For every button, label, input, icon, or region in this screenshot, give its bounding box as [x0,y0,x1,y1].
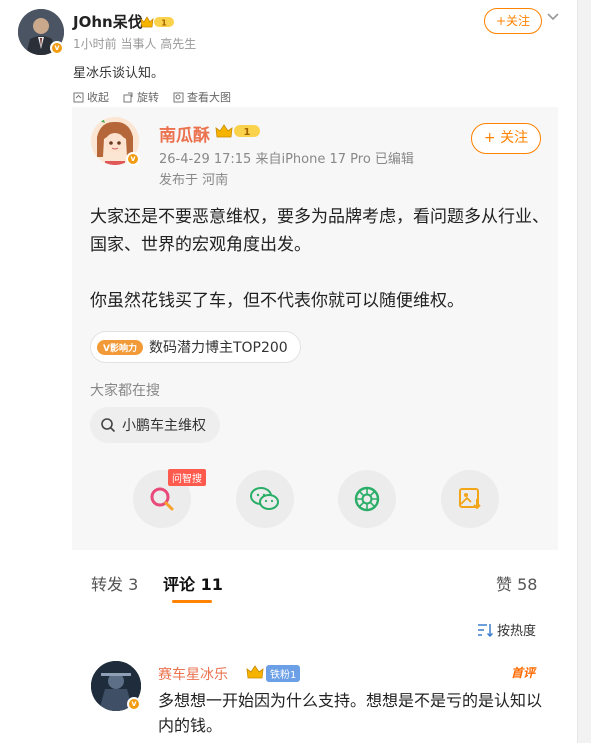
scroll-gutter [577,0,591,743]
outer-level-text: 1 [161,19,167,28]
influence-tag[interactable]: V影响力 数码潜力博主TOP200 [90,331,301,363]
embedded-body-paragraph-2: 你虽然花钱买了车，但不代表你就可以随便维权。 [90,291,464,311]
collapse-icon [73,92,84,102]
influence-logo: V影响力 [97,339,143,355]
collapse-button[interactable]: 收起 [73,89,109,105]
moments-icon [354,486,380,512]
embedded-follow-button[interactable]: + 关注 [471,123,541,154]
outer-post-text: 星冰乐谈认知。 [73,66,165,81]
rotate-button[interactable]: 旋转 [123,89,159,105]
sort-icon [478,623,493,637]
ai-search-icon [150,487,174,511]
save-image-icon [459,488,481,510]
rotate-label: 旋转 [137,91,159,104]
first-comment-tag: 首评 [511,666,536,680]
outer-author-name[interactable]: JOhn呆伐 [73,11,143,32]
sort-by-heat[interactable]: 按热度 [477,620,536,639]
verified-badge: v [50,41,64,55]
view-large-button[interactable]: 查看大图 [173,89,231,105]
save-image-button[interactable] [441,470,499,528]
outer-post-meta: 1小时前 当事人 高先生 [73,37,197,51]
active-tab-indicator [172,600,212,603]
fan-badge: 铁粉1 [266,665,301,682]
stats-bar [72,550,558,604]
wechat-icon [250,487,279,510]
weibo-screenshot: v JOhn呆伐 1 1小时前 当事人 高先生 +关注 星冰乐谈认知。 收起 旋… [0,0,591,743]
wechat-share-button[interactable] [236,470,294,528]
embedded-post-card: v 南瓜酥 1 + 关注 26-4-29 17:15 来自iPhone 17 P… [72,107,558,550]
tab-repost[interactable]: 转发 3 [91,571,138,595]
image-toolbar: 收起 旋转 查看大图 [73,89,231,105]
zoom-image-icon [173,92,184,102]
view-large-label: 查看大图 [187,91,231,104]
commenter-crown-icon [246,665,264,679]
embedded-body-paragraph-1: 大家还是不要恶意维权，要多为品牌考虑，看问题多从行业、国家、世界的宏观角度出发。 [90,207,549,255]
embedded-vip-crown-icon: 1 [215,124,260,138]
rotate-icon [123,92,133,102]
commenter-name[interactable]: 赛车星冰乐 [158,664,228,684]
influence-tag-text: 数码潜力博主TOP200 [148,340,288,356]
embedded-verified-badge: v [126,152,140,166]
outer-follow-button[interactable]: +关注 [484,8,542,34]
embedded-author-name[interactable]: 南瓜酥 [159,121,210,146]
trending-search-chip[interactable]: 小鹏车主维权 [90,407,220,443]
vip-crown-icon: 1 [140,16,174,28]
embedded-post-location: 发布于 河南 [159,173,229,188]
embedded-level-text: 1 [244,127,251,138]
sort-label: 按热度 [497,624,537,639]
embedded-post-meta: 26-4-29 17:15 来自iPhone 17 Pro 已编辑 [159,152,414,167]
trending-search-title: 大家都在搜 [90,383,160,399]
commenter-verified-badge: v [127,697,141,711]
embedded-post-body: 大家还是不要恶意维权，要多为品牌考虑，看问题多从行业、国家、世界的宏观角度出发。… [90,203,550,343]
tab-likes[interactable]: 赞 58 [496,571,537,595]
search-icon [101,418,116,433]
ai-search-badge: 问智搜 [168,469,206,486]
chevron-down-icon[interactable] [546,10,560,24]
trending-search-text: 小鹏车主维权 [122,418,206,434]
tab-comments[interactable]: 评论 11 [163,571,223,595]
comment-text: 多想想一开始因为什么支持。想想是不是亏的是认知以内的钱。 [158,691,543,735]
collapse-label: 收起 [87,91,109,104]
moments-share-button[interactable] [338,470,396,528]
